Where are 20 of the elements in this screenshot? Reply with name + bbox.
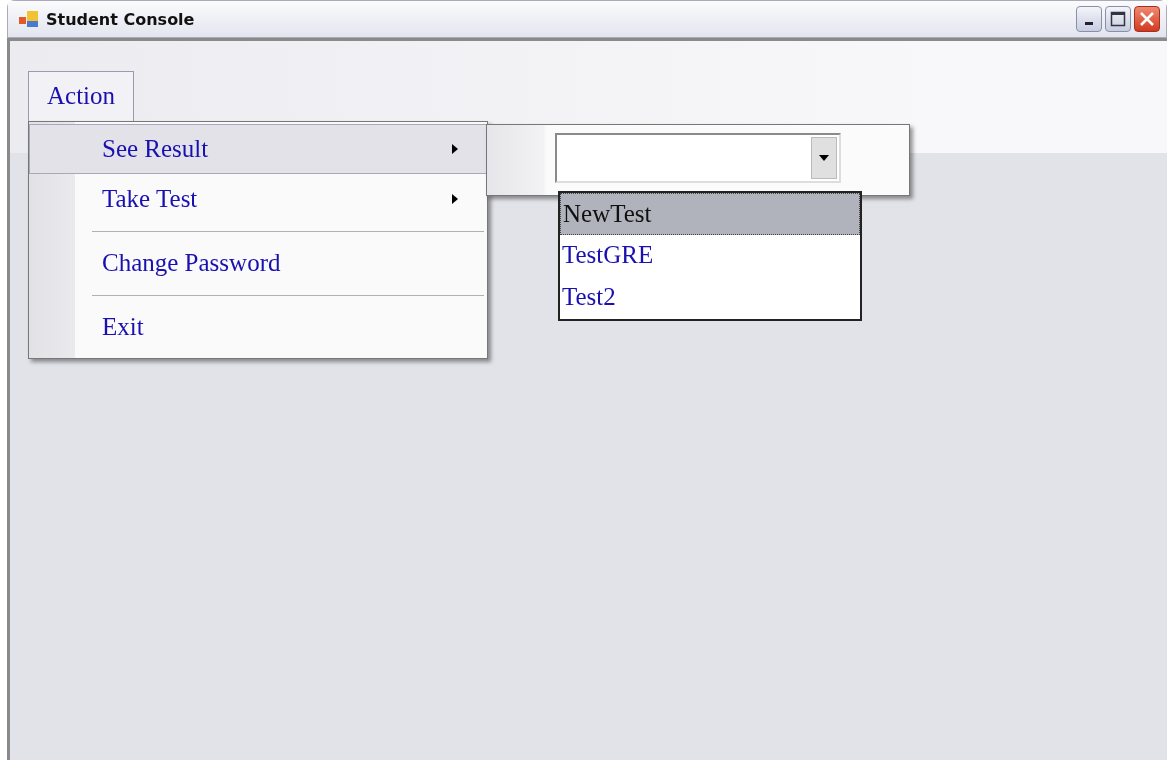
menu-item[interactable]: Change Password (29, 224, 487, 288)
menu-item[interactable]: Take Test (29, 174, 487, 224)
menu-item[interactable]: See Result (29, 124, 487, 174)
close-icon (1139, 11, 1155, 27)
menu-item[interactable]: Exit (29, 288, 487, 352)
minimize-button[interactable] (1076, 6, 1102, 32)
app-icon (18, 9, 40, 29)
maximize-button[interactable] (1105, 6, 1131, 32)
window-title: Student Console (46, 9, 196, 29)
maximize-icon (1110, 11, 1126, 27)
caret-icon (819, 155, 829, 161)
menu-tab[interactable]: Action (28, 71, 135, 121)
submenu-arrow-icon (452, 144, 458, 154)
list-option[interactable]: Test2 (560, 277, 860, 319)
minimize-icon (1085, 21, 1093, 25)
close-button[interactable] (1134, 6, 1160, 32)
list-option[interactable]: TestGRE (560, 235, 860, 277)
list-option[interactable]: NewTest (560, 193, 860, 235)
submenu-arrow-icon (452, 194, 458, 204)
dropdown-button[interactable] (811, 137, 837, 179)
